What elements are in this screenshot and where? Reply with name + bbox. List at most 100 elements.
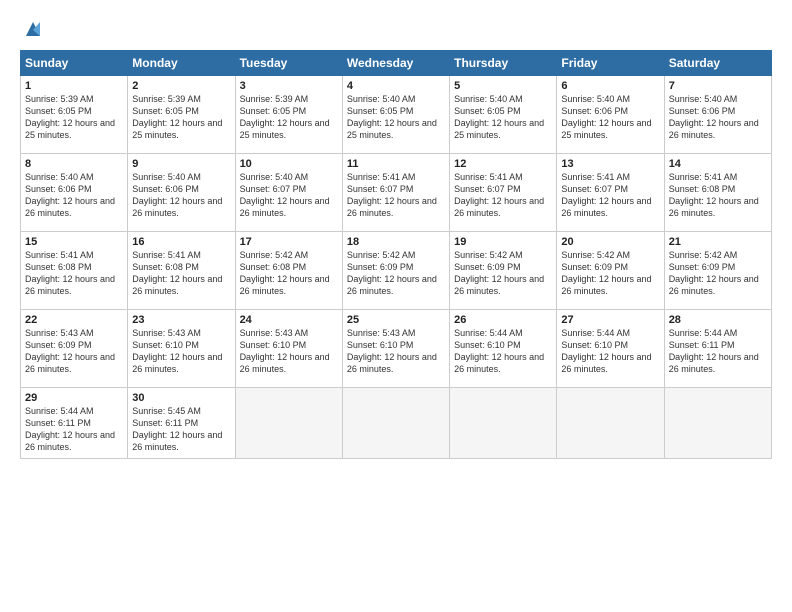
day-number: 15 <box>25 236 123 248</box>
day-cell-17: 17 Sunrise: 5:42 AMSunset: 6:08 PMDayligh… <box>235 232 342 310</box>
day-info: Sunrise: 5:40 AMSunset: 6:06 PMDaylight:… <box>132 172 222 218</box>
day-info: Sunrise: 5:40 AMSunset: 6:06 PMDaylight:… <box>669 94 759 140</box>
day-number: 19 <box>454 236 552 248</box>
weekday-header-monday: Monday <box>128 51 235 76</box>
day-cell-22: 22Sunrise: 5:43 AMSunset: 6:09 PMDayligh… <box>21 310 128 388</box>
week-row-5: 29Sunrise: 5:44 AMSunset: 6:11 PMDayligh… <box>21 388 772 459</box>
weekday-header-friday: Friday <box>557 51 664 76</box>
day-number: 26 <box>454 314 552 326</box>
day-cell-empty <box>557 388 664 459</box>
day-info: Sunrise: 5:42 AMSunset: 6:09 PMDaylight:… <box>347 250 437 296</box>
day-number: 7 <box>669 80 767 92</box>
day-number: 12 <box>454 158 552 170</box>
day-cell-3: 3Sunrise: 5:39 AMSunset: 6:05 PMDaylight… <box>235 76 342 154</box>
day-cell-30: 30Sunrise: 5:45 AMSunset: 6:11 PMDayligh… <box>128 388 235 459</box>
weekday-header-saturday: Saturday <box>664 51 771 76</box>
day-cell-26: 26 Sunrise: 5:44 AMSunset: 6:10 PMDayligh… <box>450 310 557 388</box>
day-number: 14 <box>669 158 767 170</box>
weekday-header-wednesday: Wednesday <box>342 51 449 76</box>
logo-icon <box>22 18 44 40</box>
day-number: 8 <box>25 158 123 170</box>
day-info: Sunrise: 5:42 AMSunset: 6:09 PMDaylight:… <box>669 250 759 296</box>
day-number: 24 <box>240 314 338 326</box>
day-number: 4 <box>347 80 445 92</box>
day-cell-5: 5 Sunrise: 5:40 AMSunset: 6:05 PMDaylight… <box>450 76 557 154</box>
week-row-4: 22Sunrise: 5:43 AMSunset: 6:09 PMDayligh… <box>21 310 772 388</box>
day-number: 9 <box>132 158 230 170</box>
day-info: Sunrise: 5:42 AMSunset: 6:08 PMDaylight:… <box>240 250 330 296</box>
day-info: Sunrise: 5:41 AMSunset: 6:07 PMDaylight:… <box>454 172 544 218</box>
day-number: 5 <box>454 80 552 92</box>
day-info: Sunrise: 5:40 AMSunset: 6:07 PMDaylight:… <box>240 172 330 218</box>
day-info: Sunrise: 5:44 AMSunset: 6:11 PMDaylight:… <box>669 328 759 374</box>
day-number: 10 <box>240 158 338 170</box>
day-cell-15: 15 Sunrise: 5:41 AMSunset: 6:08 PMDayligh… <box>21 232 128 310</box>
day-number: 13 <box>561 158 659 170</box>
day-info: Sunrise: 5:44 AMSunset: 6:10 PMDaylight:… <box>561 328 651 374</box>
day-cell-empty <box>664 388 771 459</box>
day-cell-1: 1 Sunrise: 5:39 AMSunset: 6:05 PMDaylight… <box>21 76 128 154</box>
weekday-header-tuesday: Tuesday <box>235 51 342 76</box>
day-cell-12: 12 Sunrise: 5:41 AMSunset: 6:07 PMDayligh… <box>450 154 557 232</box>
day-number: 20 <box>561 236 659 248</box>
weekday-header-row: SundayMondayTuesdayWednesdayThursdayFrid… <box>21 51 772 76</box>
day-info: Sunrise: 5:43 AMSunset: 6:10 PMDaylight:… <box>240 328 330 374</box>
day-cell-13: 13Sunrise: 5:41 AMSunset: 6:07 PMDayligh… <box>557 154 664 232</box>
day-cell-29: 29Sunrise: 5:44 AMSunset: 6:11 PMDayligh… <box>21 388 128 459</box>
day-cell-28: 28 Sunrise: 5:44 AMSunset: 6:11 PMDayligh… <box>664 310 771 388</box>
day-info: Sunrise: 5:40 AMSunset: 6:05 PMDaylight:… <box>454 94 544 140</box>
day-cell-4: 4Sunrise: 5:40 AMSunset: 6:05 PMDaylight… <box>342 76 449 154</box>
day-number: 16 <box>132 236 230 248</box>
day-info: Sunrise: 5:42 AMSunset: 6:09 PMDaylight:… <box>561 250 651 296</box>
day-number: 11 <box>347 158 445 170</box>
week-row-3: 15 Sunrise: 5:41 AMSunset: 6:08 PMDayligh… <box>21 232 772 310</box>
day-cell-14: 14 Sunrise: 5:41 AMSunset: 6:08 PMDayligh… <box>664 154 771 232</box>
day-info: Sunrise: 5:42 AMSunset: 6:09 PMDaylight:… <box>454 250 544 296</box>
day-info: Sunrise: 5:41 AMSunset: 6:07 PMDaylight:… <box>347 172 437 218</box>
day-number: 27 <box>561 314 659 326</box>
day-info: Sunrise: 5:39 AMSunset: 6:05 PMDaylight:… <box>240 94 330 140</box>
day-info: Sunrise: 5:39 AMSunset: 6:05 PMDaylight:… <box>25 94 115 140</box>
day-cell-11: 11 Sunrise: 5:41 AMSunset: 6:07 PMDayligh… <box>342 154 449 232</box>
day-number: 21 <box>669 236 767 248</box>
day-cell-empty <box>450 388 557 459</box>
day-cell-16: 16 Sunrise: 5:41 AMSunset: 6:08 PMDayligh… <box>128 232 235 310</box>
calendar-table: SundayMondayTuesdayWednesdayThursdayFrid… <box>20 50 772 459</box>
day-info: Sunrise: 5:43 AMSunset: 6:10 PMDaylight:… <box>347 328 437 374</box>
day-number: 23 <box>132 314 230 326</box>
day-number: 18 <box>347 236 445 248</box>
day-cell-23: 23 Sunrise: 5:43 AMSunset: 6:10 PMDayligh… <box>128 310 235 388</box>
day-info: Sunrise: 5:41 AMSunset: 6:08 PMDaylight:… <box>669 172 759 218</box>
day-number: 1 <box>25 80 123 92</box>
calendar-page: SundayMondayTuesdayWednesdayThursdayFrid… <box>0 0 792 612</box>
page-header <box>20 18 772 40</box>
day-cell-10: 10 Sunrise: 5:40 AMSunset: 6:07 PMDayligh… <box>235 154 342 232</box>
logo <box>20 18 44 40</box>
day-info: Sunrise: 5:45 AMSunset: 6:11 PMDaylight:… <box>132 406 222 452</box>
day-cell-8: 8Sunrise: 5:40 AMSunset: 6:06 PMDaylight… <box>21 154 128 232</box>
day-cell-18: 18 Sunrise: 5:42 AMSunset: 6:09 PMDayligh… <box>342 232 449 310</box>
day-info: Sunrise: 5:43 AMSunset: 6:10 PMDaylight:… <box>132 328 222 374</box>
day-info: Sunrise: 5:44 AMSunset: 6:10 PMDaylight:… <box>454 328 544 374</box>
day-info: Sunrise: 5:41 AMSunset: 6:08 PMDaylight:… <box>25 250 115 296</box>
day-number: 28 <box>669 314 767 326</box>
day-cell-2: 2Sunrise: 5:39 AMSunset: 6:05 PMDaylight… <box>128 76 235 154</box>
day-number: 22 <box>25 314 123 326</box>
day-cell-6: 6Sunrise: 5:40 AMSunset: 6:06 PMDaylight… <box>557 76 664 154</box>
day-cell-7: 7 Sunrise: 5:40 AMSunset: 6:06 PMDaylight… <box>664 76 771 154</box>
day-cell-9: 9 Sunrise: 5:40 AMSunset: 6:06 PMDaylight… <box>128 154 235 232</box>
day-cell-19: 19 Sunrise: 5:42 AMSunset: 6:09 PMDayligh… <box>450 232 557 310</box>
week-row-1: 1 Sunrise: 5:39 AMSunset: 6:05 PMDaylight… <box>21 76 772 154</box>
day-cell-25: 25Sunrise: 5:43 AMSunset: 6:10 PMDayligh… <box>342 310 449 388</box>
weekday-header-sunday: Sunday <box>21 51 128 76</box>
week-row-2: 8 Sunrise: 5:40 AMSunset: 6:06 PMDaylight… <box>21 154 772 232</box>
day-cell-empty <box>342 388 449 459</box>
weekday-header-thursday: Thursday <box>450 51 557 76</box>
day-number: 6 <box>561 80 659 92</box>
day-number: 17 <box>240 236 338 248</box>
day-cell-24: 24 Sunrise: 5:43 AMSunset: 6:10 PMDayligh… <box>235 310 342 388</box>
day-cell-empty <box>235 388 342 459</box>
day-info: Sunrise: 5:41 AMSunset: 6:08 PMDaylight:… <box>132 250 222 296</box>
day-number: 29 <box>25 392 123 404</box>
day-cell-20: 20 Sunrise: 5:42 AMSunset: 6:09 PMDayligh… <box>557 232 664 310</box>
